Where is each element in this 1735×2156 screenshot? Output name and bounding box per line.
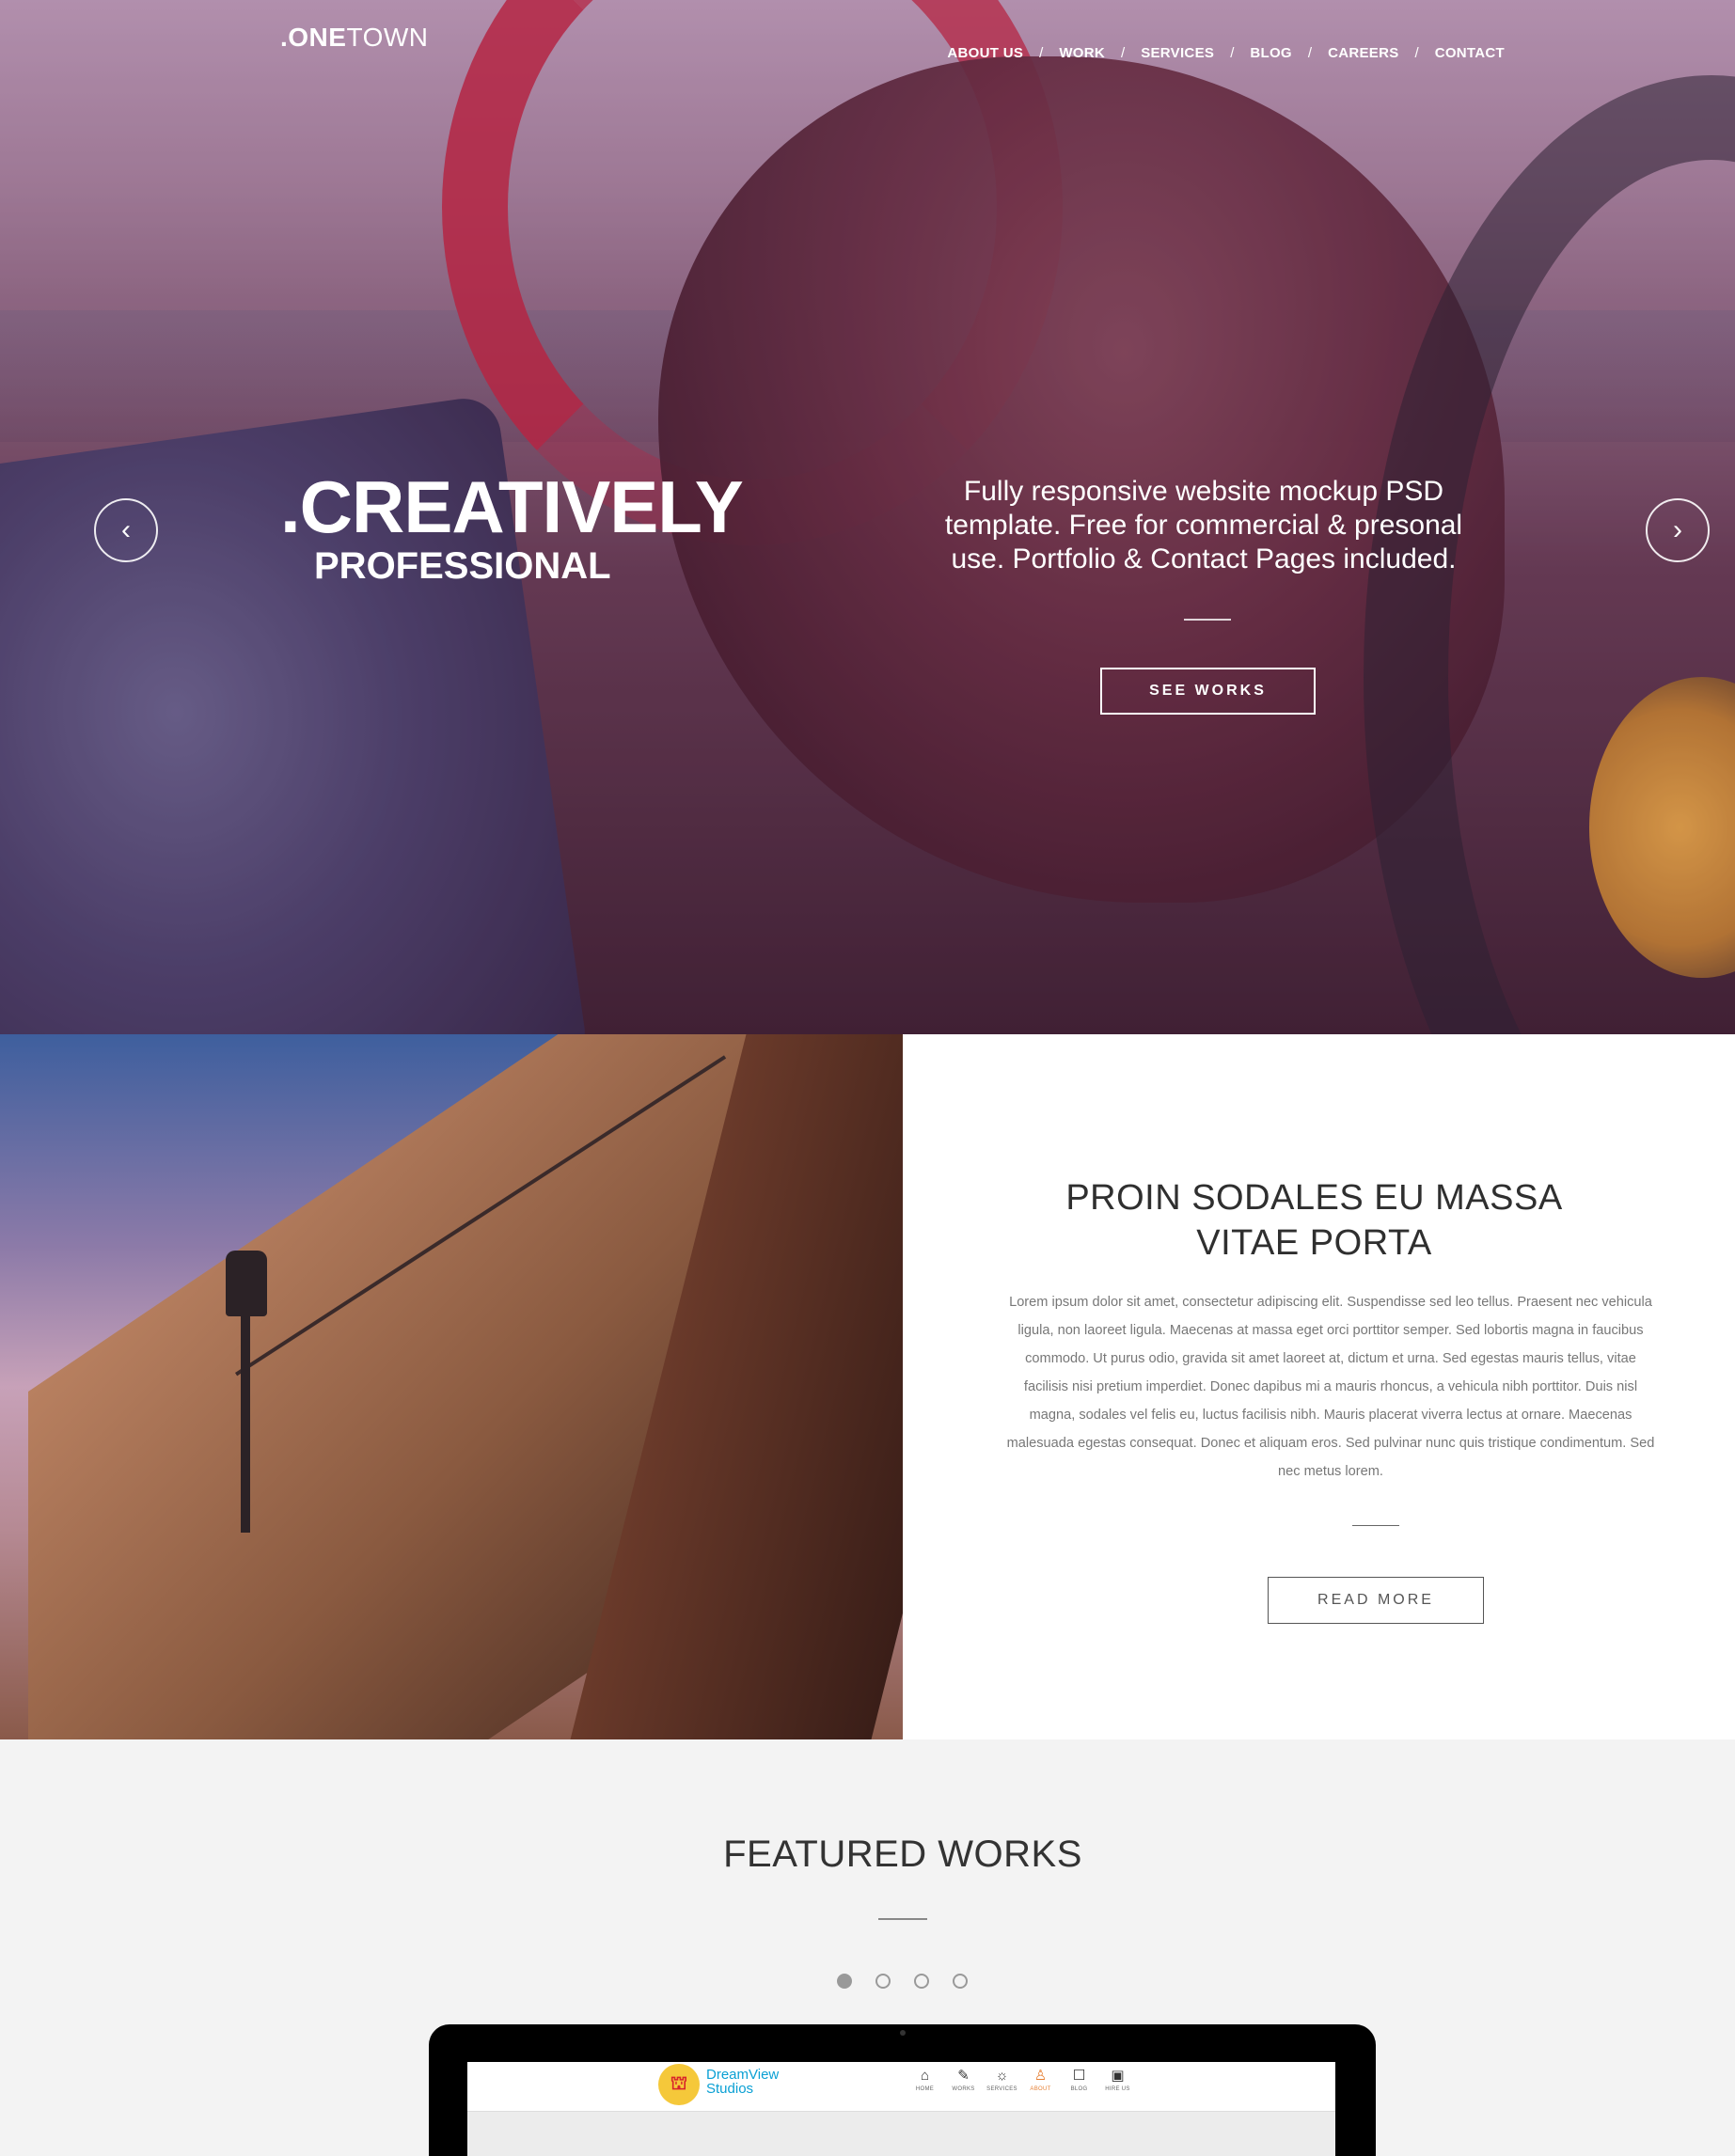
hero-description: Fully responsive website mockup PSD temp…: [944, 476, 1463, 574]
hero-headline: .CREATIVELY PROFESSIONAL: [280, 470, 744, 588]
carousel-dot-3[interactable]: [914, 1974, 929, 1989]
mockup-menu-label: ABOUT: [1030, 2086, 1051, 2092]
mockup-brand-line2: Studios: [706, 2081, 754, 2097]
logo-one: ONE: [288, 23, 347, 52]
see-works-button[interactable]: SEE WORKS: [1100, 668, 1316, 715]
logo-town: TOWN: [346, 23, 429, 52]
image-street-lamp: [226, 1251, 267, 1316]
mockup-menu-hire-us: ▣ HIRE US: [1098, 2068, 1137, 2094]
briefcase-icon: ▣: [1111, 2068, 1125, 2084]
mockup-menu-blog: ☐ BLOG: [1060, 2068, 1098, 2094]
nav-work[interactable]: WORK: [1059, 45, 1105, 61]
nav-careers[interactable]: CAREERS: [1328, 45, 1398, 61]
mockup-brand: DreamView Studios: [706, 2068, 779, 2096]
hero-title-dot: .: [280, 465, 301, 548]
hero-subtitle: PROFESSIONAL: [314, 545, 611, 587]
read-more-button[interactable]: READ MORE: [1268, 1577, 1484, 1624]
mockup-menu: ⌂ HOME ✎ WORKS ☼ SERVICES ♙ ABOUT ☐ BLOG…: [906, 2068, 1137, 2094]
carousel-dot-1[interactable]: [837, 1974, 852, 1989]
pencil-icon: ✎: [957, 2068, 970, 2084]
nav-services[interactable]: SERVICES: [1141, 45, 1214, 61]
chevron-left-icon: ‹: [121, 514, 131, 545]
featured-title: FEATURED WORKS: [723, 1833, 1082, 1875]
nav-separator: /: [1414, 45, 1419, 61]
mockup-menu-label: SERVICES: [986, 2086, 1017, 2092]
home-icon: ⌂: [920, 2068, 930, 2084]
mockup-menu-label: BLOG: [1070, 2086, 1088, 2092]
about-title-line1: PROIN SODALES EU MASSA: [1065, 1178, 1563, 1218]
carousel-dot-2[interactable]: [875, 1974, 891, 1989]
slider-prev-button[interactable]: ‹: [94, 498, 158, 562]
hero-title-text: CREATIVELY: [299, 465, 744, 548]
about-image: [0, 1034, 903, 1739]
nav-blog[interactable]: BLOG: [1250, 45, 1292, 61]
about-title-line2: VITAE PORTA: [1196, 1223, 1432, 1263]
mockup-logo-icon: ⛫: [658, 2064, 700, 2105]
carousel-dots: [837, 1974, 991, 1989]
mockup-header: ⛫ DreamView Studios ⌂ HOME ✎ WORKS ☼ SER…: [467, 2062, 1335, 2112]
hero-overlay: [0, 0, 1735, 1034]
nav-separator: /: [1230, 45, 1235, 61]
mockup-menu-label: HIRE US: [1105, 2086, 1130, 2092]
hero-section: .ONETOWN ABOUT US / WORK / SERVICES / BL…: [0, 0, 1735, 1034]
about-panel: PROIN SODALES EU MASSA VITAE PORTA Lorem…: [903, 1034, 1735, 1739]
nav-contact[interactable]: CONTACT: [1435, 45, 1505, 61]
nav-about-us[interactable]: ABOUT US: [947, 45, 1023, 61]
mockup-menu-services: ☼ SERVICES: [983, 2068, 1021, 2094]
chevron-right-icon: ›: [1673, 514, 1682, 545]
main-nav: ABOUT US / WORK / SERVICES / BLOG / CARE…: [947, 45, 1505, 61]
site-logo[interactable]: .ONETOWN: [280, 23, 429, 53]
nav-separator: /: [1307, 45, 1313, 61]
image-lamp-pole: [241, 1316, 250, 1533]
mockup-menu-about: ♙ ABOUT: [1021, 2068, 1060, 2094]
featured-divider: [878, 1918, 927, 1920]
hero-title: .CREATIVELY: [280, 470, 744, 543]
slider-next-button[interactable]: ›: [1646, 498, 1710, 562]
person-icon: ♙: [1033, 2068, 1048, 2084]
about-title: PROIN SODALES EU MASSA VITAE PORTA: [903, 1175, 1726, 1266]
mockup-menu-works: ✎ WORKS: [944, 2068, 983, 2094]
device-camera: [900, 2030, 906, 2036]
hero-divider: [1184, 619, 1231, 621]
mockup-menu-home: ⌂ HOME: [906, 2068, 944, 2094]
about-divider: [1352, 1525, 1399, 1526]
carousel-dot-4[interactable]: [953, 1974, 968, 1989]
mockup-menu-label: WORKS: [952, 2086, 975, 2092]
nav-separator: /: [1039, 45, 1044, 61]
mockup-menu-label: HOME: [915, 2086, 935, 2092]
gear-icon: ☼: [995, 2068, 1009, 2084]
featured-device-mockup: ⛫ DreamView Studios ⌂ HOME ✎ WORKS ☼ SER…: [429, 2024, 1376, 2156]
nav-separator: /: [1121, 45, 1126, 61]
device-screen: ⛫ DreamView Studios ⌂ HOME ✎ WORKS ☼ SER…: [467, 2062, 1335, 2156]
about-body-text: Lorem ipsum dolor sit amet, consectetur …: [1006, 1295, 1655, 1479]
chat-icon: ☐: [1072, 2068, 1086, 2084]
